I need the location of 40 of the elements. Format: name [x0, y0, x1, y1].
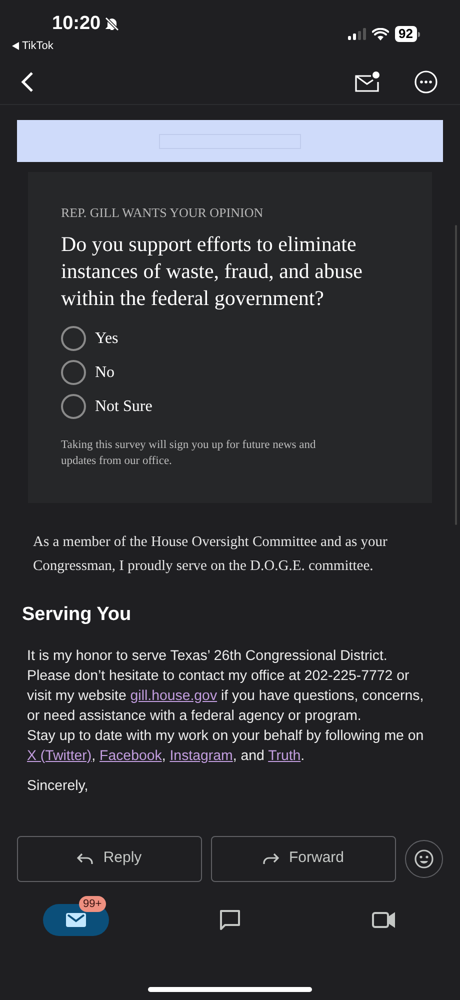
survey-option[interactable]: Not Sure: [61, 394, 399, 419]
link[interactable]: X (Twitter): [27, 748, 92, 764]
battery-level: 92: [394, 26, 417, 42]
radio-button[interactable]: [61, 394, 86, 419]
more-options-button[interactable]: [414, 70, 438, 94]
survey-eyebrow: REP. GILL WANTS YOUR OPINION: [61, 206, 264, 219]
wifi-icon: [372, 28, 389, 40]
unread-badge: 99+: [79, 896, 106, 912]
more-icon: [414, 70, 438, 94]
muted-bell-icon: [104, 16, 120, 32]
link[interactable]: Facebook: [100, 748, 162, 764]
intro-paragraph: As a member of the House Oversight Committee and as your Congressman, I proudly serve on the D.O.G.E. committee.: [32, 533, 388, 576]
back-to-app-link[interactable]: TikTok: [12, 38, 120, 54]
smiley-icon: [414, 848, 434, 868]
radio-button[interactable]: [61, 326, 86, 351]
mail-dot-icon: [354, 71, 380, 93]
closing-text: Sincerely,: [27, 776, 90, 796]
mark-unread-button[interactable]: [354, 71, 380, 93]
body-paragraph: Stay up to date with my work on your behalf by following me on X (Twitter), Facebook, Instagram, and Truth.: [27, 726, 425, 766]
reply-arrow-icon: [77, 852, 94, 864]
link[interactable]: Instagram: [170, 748, 233, 764]
survey-question: Do you support efforts to eliminate instances of waste, fraud, and abuse within the federal government?: [61, 231, 364, 312]
back-chevron-icon: [20, 71, 34, 93]
section-heading: Serving You: [22, 603, 132, 627]
forward-button[interactable]: Forward: [211, 836, 396, 882]
radio-button[interactable]: [61, 360, 86, 385]
survey-option[interactable]: Yes: [61, 326, 399, 351]
forward-arrow-icon: [262, 852, 279, 864]
chat-icon: [218, 908, 242, 932]
link[interactable]: Truth: [268, 748, 301, 764]
reply-button[interactable]: Reply: [17, 836, 202, 882]
back-triangle-icon: [12, 42, 19, 50]
survey-option[interactable]: No: [61, 360, 399, 385]
body-paragraph: It is my honor to serve Texas’ 26th Congressional District. Please don’t hesitate to contact my office at 202-225-7772 or visit my website gill.house.gov if you have questions, concerns, or need assistance with a federal agency or program.: [27, 646, 425, 726]
survey-disclaimer: Taking this survey will sign you up for future news and updates from our office.: [61, 438, 317, 469]
mail-icon: [65, 910, 87, 928]
clock-time: 10:20: [52, 14, 101, 33]
signal-icon: [348, 28, 366, 40]
emoji-reaction-button[interactable]: [405, 840, 443, 878]
link[interactable]: gill.house.gov: [130, 688, 218, 704]
